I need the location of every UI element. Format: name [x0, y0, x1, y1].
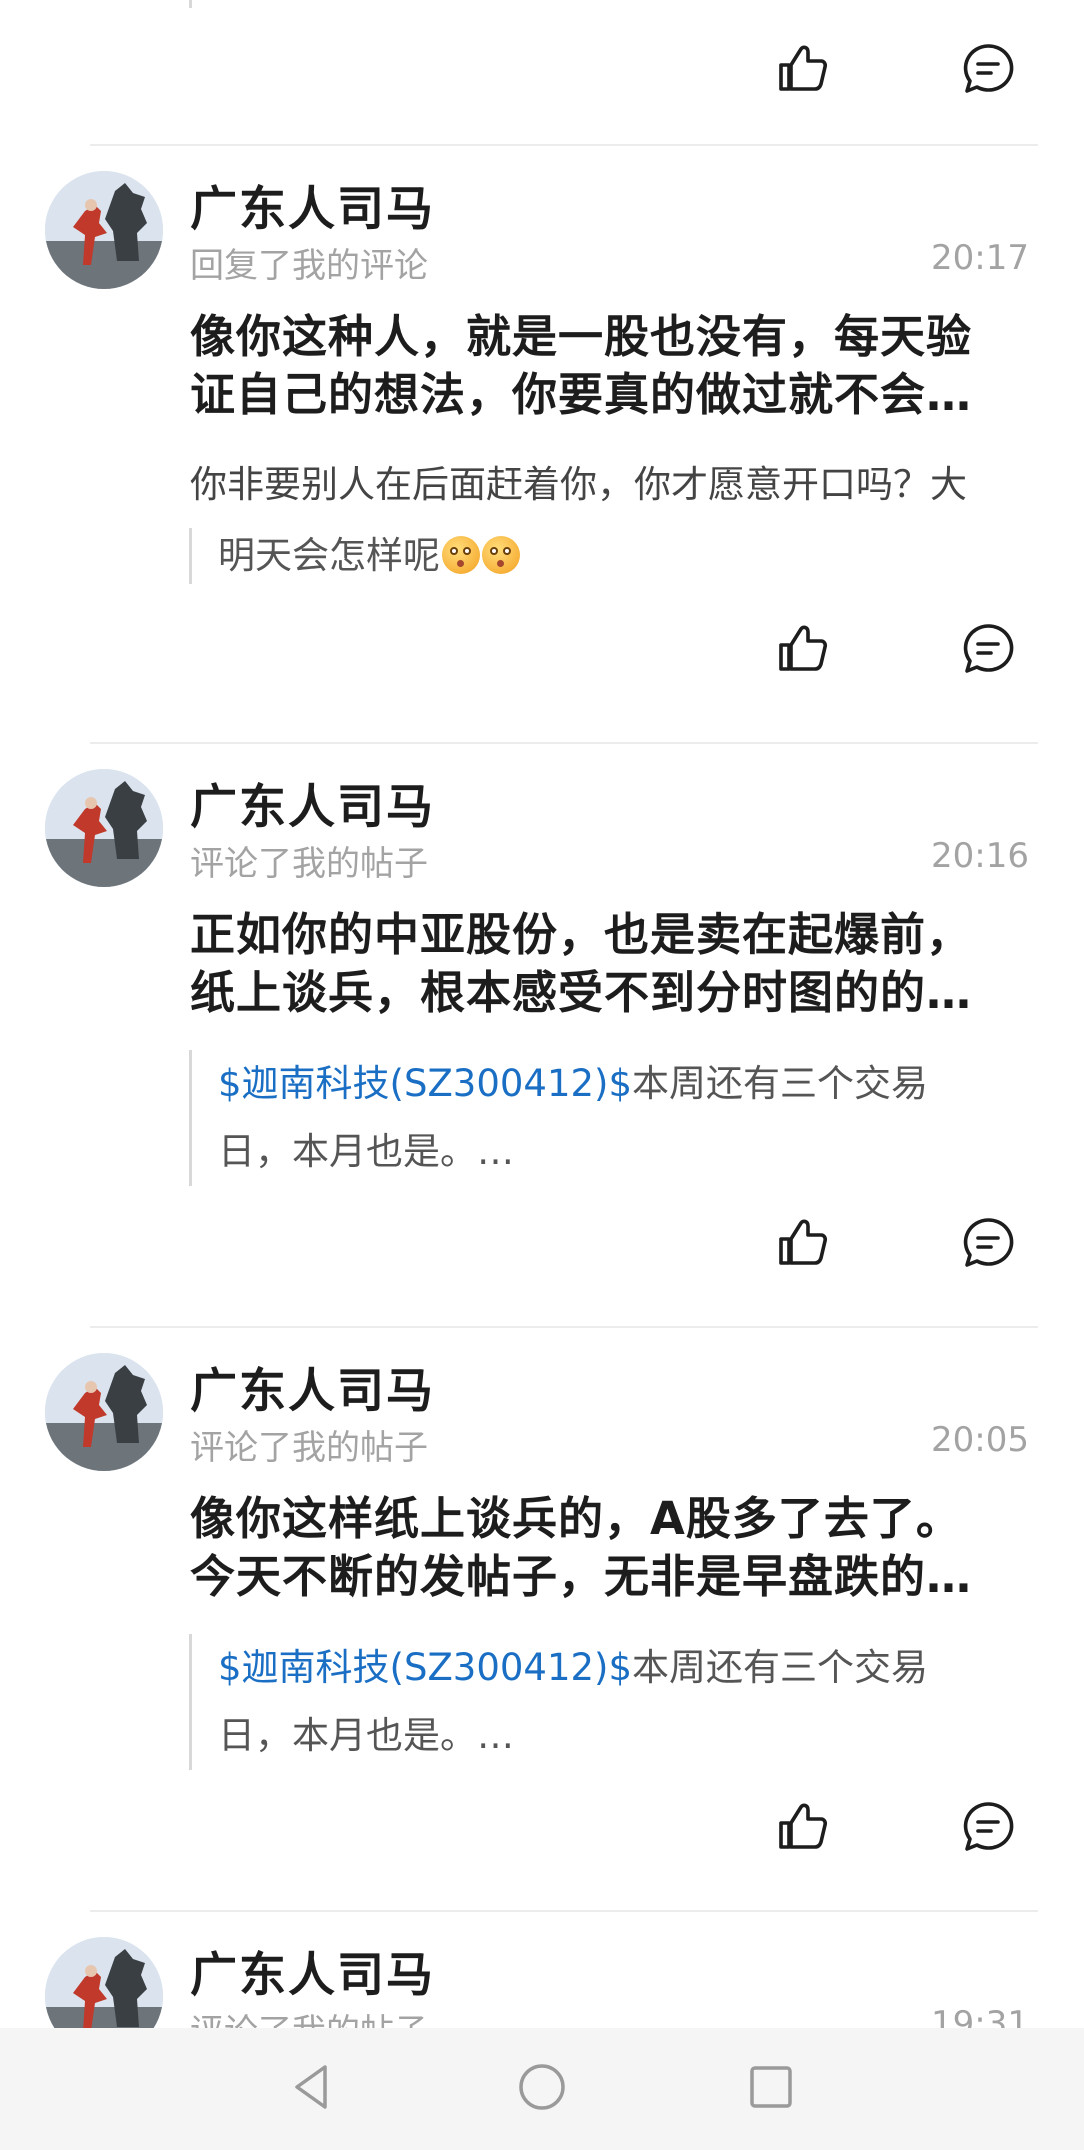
username[interactable]: 广东人司马	[190, 1936, 435, 2005]
notification-type: 评论了我的帖子	[190, 1428, 428, 1468]
quote-line: $迦南科技(SZ300412)$本周还有三个交易	[218, 1050, 1018, 1118]
item-actions	[0, 1210, 1084, 1280]
list-item[interactable]: 广东人司马 评论了我的帖子 19:31	[0, 1912, 1084, 2028]
avatar[interactable]	[45, 769, 163, 887]
quote-line: $迦南科技(SZ300412)$本周还有三个交易	[218, 1634, 1018, 1702]
home-circle-icon	[512, 2057, 572, 2121]
stock-ticker-link[interactable]: $迦南科技(SZ300412)$	[218, 1646, 632, 1689]
comment-line: 证自己的想法，你要真的做过就不会…	[190, 368, 973, 421]
thumbs-up-icon	[773, 39, 833, 103]
comment-text[interactable]: 像你这样纸上谈兵的，A股多了去了。 今天不断的发帖子，无非是早盘跌的…	[190, 1490, 1010, 1606]
reply-button[interactable]	[953, 36, 1023, 106]
nav-home-button[interactable]	[509, 2056, 575, 2122]
thumbs-up-icon	[773, 1213, 833, 1277]
quote-text: 本周还有三个交易	[632, 1062, 929, 1105]
flushed-face-emoji	[482, 536, 520, 574]
nav-back-button[interactable]	[280, 2056, 346, 2122]
timestamp: 20:16	[931, 836, 1029, 876]
like-button[interactable]	[768, 1210, 838, 1280]
recents-square-icon	[741, 2057, 801, 2121]
notification-type: 评论了我的帖子	[190, 2004, 428, 2028]
item-actions	[0, 36, 1084, 106]
comment-line: 像你这种人，就是一股也没有，每天验	[190, 310, 973, 363]
like-button[interactable]	[768, 1794, 838, 1864]
list-item[interactable]: 广东人司马 回复了我的评论 20:17 像你这种人，就是一股也没有，每天验 证自…	[0, 146, 1084, 732]
comment-bubble-icon	[958, 1797, 1018, 1861]
like-button[interactable]	[768, 36, 838, 106]
thumbs-up-icon	[773, 1797, 833, 1861]
system-navigation-bar	[0, 2028, 1084, 2150]
comment-bubble-icon	[958, 619, 1018, 683]
quote-line: 日，本月也是。…	[218, 1130, 514, 1173]
back-triangle-icon	[283, 2057, 343, 2121]
timestamp: 20:05	[931, 1420, 1029, 1460]
quoted-comment[interactable]: 明天会怎样呢	[189, 528, 1018, 584]
reply-button[interactable]	[953, 1210, 1023, 1280]
timestamp: 20:17	[931, 238, 1029, 278]
quoted-post[interactable]: $迦南科技(SZ300412)$本周还有三个交易 日，本月也是。…	[189, 1050, 1018, 1186]
avatar[interactable]	[45, 171, 163, 289]
comment-text[interactable]: 像你这种人，就是一股也没有，每天验 证自己的想法，你要真的做过就不会…	[190, 308, 1010, 424]
avatar[interactable]	[45, 1937, 163, 2028]
comment-text[interactable]: 正如你的中亚股份，也是卖在起爆前， 纸上谈兵，根本感受不到分时图的的…	[190, 906, 1010, 1022]
quote-text: 明天会怎样呢	[218, 534, 440, 577]
avatar[interactable]	[45, 1353, 163, 1471]
username[interactable]: 广东人司马	[190, 768, 435, 837]
reply-button[interactable]	[953, 616, 1023, 686]
comment-bubble-icon	[958, 39, 1018, 103]
comment-line: 今天不断的发帖子，无非是早盘跌的…	[190, 1550, 973, 1603]
quote-text: 本周还有三个交易	[632, 1646, 929, 1689]
comment-bubble-icon	[958, 1213, 1018, 1277]
item-actions	[0, 1794, 1084, 1864]
like-button[interactable]	[768, 616, 838, 686]
username[interactable]: 广东人司马	[190, 170, 435, 239]
list-item	[0, 0, 1084, 146]
nav-recents-button[interactable]	[738, 2056, 804, 2122]
timestamp: 19:31	[931, 2004, 1029, 2028]
username[interactable]: 广东人司马	[190, 1352, 435, 1421]
quote-line: 日，本月也是。…	[218, 1714, 514, 1757]
comment-line: 正如你的中亚股份，也是卖在起爆前，	[190, 908, 973, 961]
notification-feed[interactable]: 广东人司马 回复了我的评论 20:17 像你这种人，就是一股也没有，每天验 证自…	[0, 0, 1084, 2028]
list-item[interactable]: 广东人司马 评论了我的帖子 20:05 像你这样纸上谈兵的，A股多了去了。 今天…	[0, 1328, 1084, 1910]
stock-ticker-link[interactable]: $迦南科技(SZ300412)$	[218, 1062, 632, 1105]
quote-bar	[189, 0, 192, 8]
list-item[interactable]: 广东人司马 评论了我的帖子 20:16 正如你的中亚股份，也是卖在起爆前， 纸上…	[0, 744, 1084, 1326]
notification-type: 回复了我的评论	[190, 246, 428, 286]
item-actions	[0, 616, 1084, 686]
feed-list: 广东人司马 回复了我的评论 20:17 像你这种人，就是一股也没有，每天验 证自…	[0, 0, 1084, 2028]
reply-preview[interactable]: 你非要别人在后面赶着你，你才愿意开口吗？大	[190, 454, 1036, 508]
reply-button[interactable]	[953, 1794, 1023, 1864]
comment-line: 纸上谈兵，根本感受不到分时图的的…	[190, 966, 973, 1019]
quoted-post[interactable]: $迦南科技(SZ300412)$本周还有三个交易 日，本月也是。…	[189, 1634, 1018, 1770]
notification-type: 评论了我的帖子	[190, 844, 428, 884]
thumbs-up-icon	[773, 619, 833, 683]
flushed-face-emoji	[442, 536, 480, 574]
comment-line: 像你这样纸上谈兵的，A股多了去了。	[190, 1492, 962, 1545]
